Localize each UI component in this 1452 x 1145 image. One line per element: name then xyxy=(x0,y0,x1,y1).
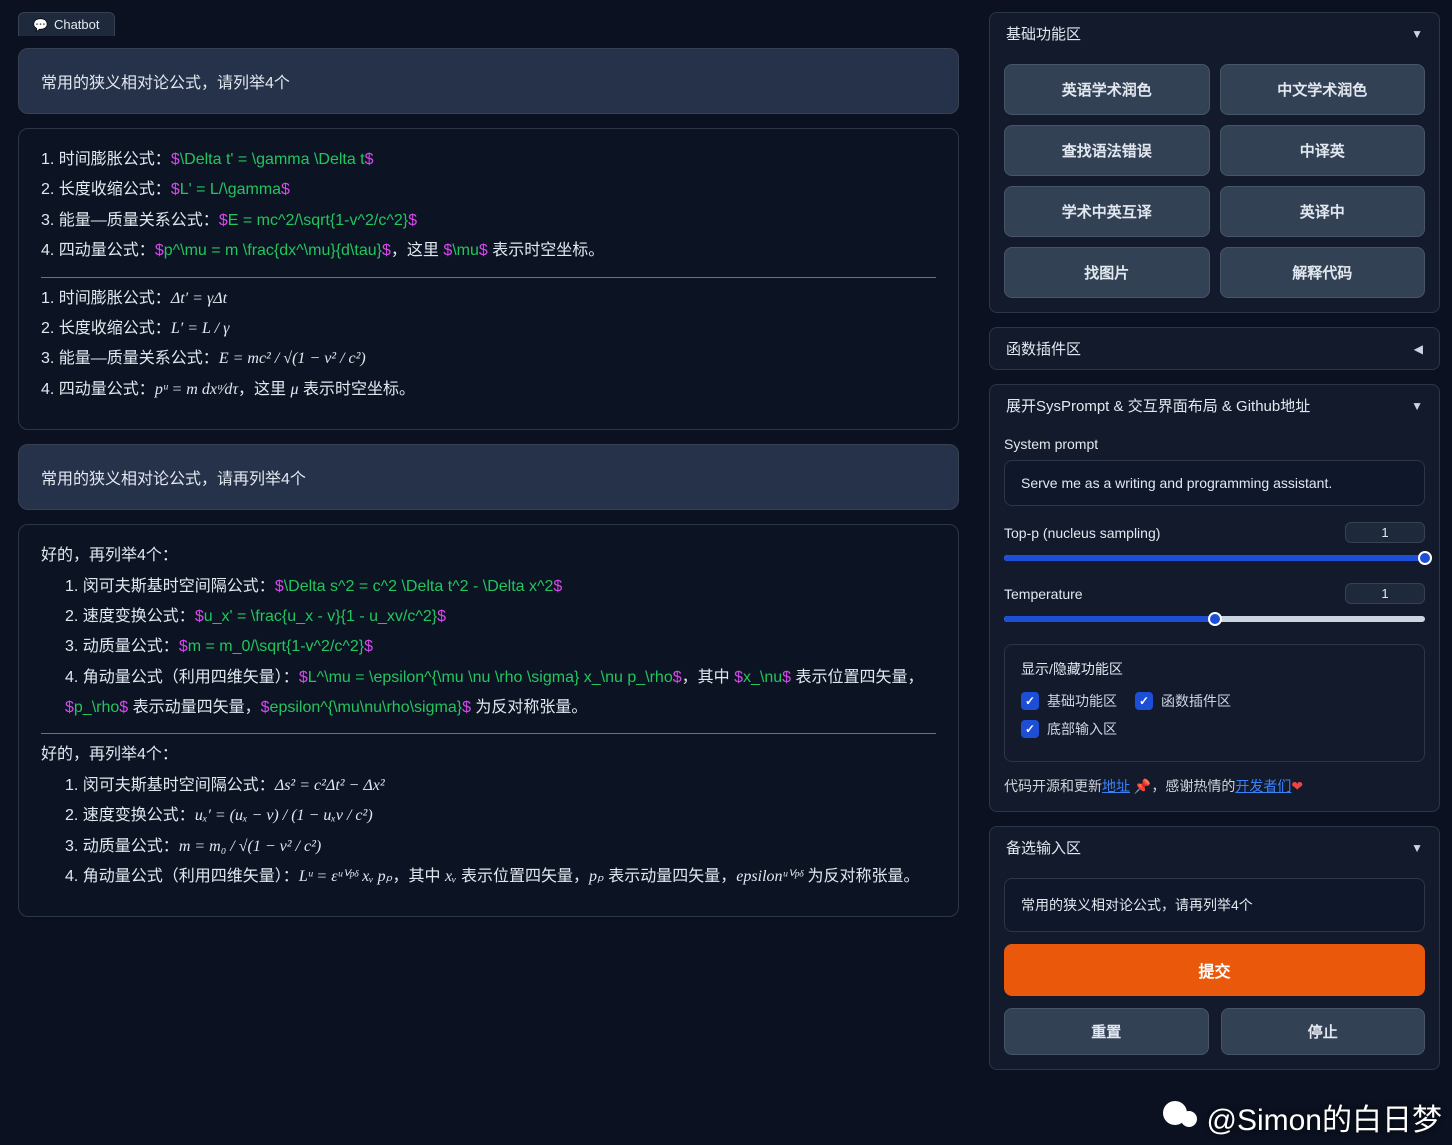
bot-rendered-section: 1. 闵可夫斯基时空间隔公式：Δs² = c²Δt² − Δx² 2. 速度变换… xyxy=(41,771,936,899)
chat-column: 💬 Chatbot 常用的狭义相对论公式，请列举4个 1. 时间膨胀公式：$\D… xyxy=(0,0,977,1145)
checkbox-label: 基础功能区 xyxy=(1047,691,1117,711)
credits-text: 代码开源和更新地址 📌，感谢热情的开发者们❤ xyxy=(1004,776,1425,797)
fn-btn-academic-translate[interactable]: 学术中英互译 xyxy=(1004,186,1210,237)
checkbox-icon: ✓ xyxy=(1021,692,1039,710)
chevron-left-icon: ◀ xyxy=(1414,342,1423,356)
system-prompt-input[interactable]: Serve me as a writing and programming as… xyxy=(1004,460,1425,506)
slider-value-input[interactable]: 1 xyxy=(1345,583,1425,604)
panel-head-plugins[interactable]: 函数插件区 ◀ xyxy=(990,328,1439,369)
panel-title: 函数插件区 xyxy=(1006,338,1081,359)
list-item: 2. 速度变换公式：uₓ′ = (uₓ − v) / (1 − uₓv / c²… xyxy=(41,801,936,831)
panel-expand-settings: 展开SysPrompt & 交互界面布局 & Github地址 ▼ System… xyxy=(989,384,1440,812)
list-item: 3. 能量—质量关系公式：E = mc² / √(1 − v² / c²) xyxy=(41,344,936,374)
sidebar-column: 基础功能区 ▼ 英语学术润色 中文学术润色 查找语法错误 中译英 学术中英互译 … xyxy=(977,0,1452,1145)
tab-row: 💬 Chatbot xyxy=(18,12,959,36)
checkbox-item-basic[interactable]: ✓ 基础功能区 xyxy=(1021,691,1117,711)
slider-thumb[interactable] xyxy=(1208,612,1222,626)
panel-plugins: 函数插件区 ◀ xyxy=(989,327,1440,370)
bot-message: 好的，再列举4个： 1. 闵可夫斯基时空间隔公式：$\Delta s^2 = c… xyxy=(18,524,959,917)
github-link[interactable]: 地址 xyxy=(1102,778,1130,794)
slider-top-p: Top-p (nucleus sampling) 1 xyxy=(1004,522,1425,565)
fn-btn-explain-code[interactable]: 解释代码 xyxy=(1220,247,1426,298)
panel-head-basic[interactable]: 基础功能区 ▼ xyxy=(990,13,1439,54)
checkbox-label: 底部输入区 xyxy=(1047,719,1117,739)
user-message-text: 常用的狭义相对论公式，请列举4个 xyxy=(41,75,290,92)
user-message-text: 常用的狭义相对论公式，请再列举4个 xyxy=(41,471,306,488)
panel-alt-input: 备选输入区 ▼ 常用的狭义相对论公式，请再列举4个 提交 重置 停止 xyxy=(989,826,1440,1070)
fn-btn-en-to-zh[interactable]: 英译中 xyxy=(1220,186,1426,237)
basic-button-grid: 英语学术润色 中文学术润色 查找语法错误 中译英 学术中英互译 英译中 找图片 … xyxy=(1004,64,1425,298)
list-item: 2. 长度收缩公式：$L' = L/\gamma$ xyxy=(41,175,936,205)
list-item: 4. 四动量公式：$p^\mu = m \frac{dx^\mu}{d\tau}… xyxy=(41,236,936,266)
checkbox-icon: ✓ xyxy=(1021,720,1039,738)
stop-button[interactable]: 停止 xyxy=(1221,1008,1426,1055)
divider xyxy=(41,277,936,278)
list-item: 3. 动质量公式：m = m₀ / √(1 − v² / c²) xyxy=(41,832,936,862)
user-message: 常用的狭义相对论公式，请再列举4个 xyxy=(18,444,959,510)
heart-icon: ❤ xyxy=(1291,778,1303,794)
devs-link[interactable]: 开发者们 xyxy=(1235,778,1291,794)
slider-value-input[interactable]: 1 xyxy=(1345,522,1425,543)
reset-button[interactable]: 重置 xyxy=(1004,1008,1209,1055)
list-item: 1. 时间膨胀公式：Δt′ = γΔt xyxy=(41,284,936,314)
slider-track-topp[interactable] xyxy=(1004,551,1425,565)
show-hide-title: 显示/隐藏功能区 xyxy=(1021,659,1408,679)
pin-icon: 📌 xyxy=(1134,778,1151,794)
panel-title: 展开SysPrompt & 交互界面布局 & Github地址 xyxy=(1006,395,1310,416)
slider-label: Temperature xyxy=(1004,586,1083,602)
list-item: 1. 闵可夫斯基时空间隔公式：$\Delta s^2 = c^2 \Delta … xyxy=(41,572,936,602)
list-item: 2. 速度变换公式：$u_x' = \frac{u_x - v}{1 - u_x… xyxy=(41,602,936,632)
chevron-down-icon: ▼ xyxy=(1411,399,1423,413)
list-item: 1. 闵可夫斯基时空间隔公式：Δs² = c²Δt² − Δx² xyxy=(41,771,936,801)
checkbox-icon: ✓ xyxy=(1135,692,1153,710)
panel-head-alt-input[interactable]: 备选输入区 ▼ xyxy=(990,827,1439,868)
fn-btn-zh-polish[interactable]: 中文学术润色 xyxy=(1220,64,1426,115)
bot-rendered-section: 1. 时间膨胀公式：Δt′ = γΔt 2. 长度收缩公式：L′ = L / γ… xyxy=(41,284,936,412)
fn-btn-zh-to-en[interactable]: 中译英 xyxy=(1220,125,1426,176)
list-item: 3. 动质量公式：$m = m_0/\sqrt{1-v^2/c^2}$ xyxy=(41,632,936,662)
panel-basic-functions: 基础功能区 ▼ 英语学术润色 中文学术润色 查找语法错误 中译英 学术中英互译 … xyxy=(989,12,1440,313)
panel-head-expand[interactable]: 展开SysPrompt & 交互界面布局 & Github地址 ▼ xyxy=(990,385,1439,426)
chat-scroll[interactable]: 常用的狭义相对论公式，请列举4个 1. 时间膨胀公式：$\Delta t' = … xyxy=(18,48,959,917)
submit-button[interactable]: 提交 xyxy=(1004,944,1425,996)
chevron-down-icon: ▼ xyxy=(1411,27,1423,41)
slider-temperature: Temperature 1 xyxy=(1004,583,1425,626)
system-prompt-label: System prompt xyxy=(1004,436,1425,452)
divider xyxy=(41,733,936,734)
tab-chatbot[interactable]: 💬 Chatbot xyxy=(18,12,115,36)
tab-label: Chatbot xyxy=(54,17,100,32)
show-hide-section: 显示/隐藏功能区 ✓ 基础功能区 ✓ 函数插件区 ✓ 底部输入区 xyxy=(1004,644,1425,762)
bot-intro: 好的，再列举4个： xyxy=(41,541,936,571)
bot-intro: 好的，再列举4个： xyxy=(41,740,936,770)
fn-btn-grammar[interactable]: 查找语法错误 xyxy=(1004,125,1210,176)
list-item: 1. 时间膨胀公式：$\Delta t' = \gamma \Delta t$ xyxy=(41,145,936,175)
slider-thumb[interactable] xyxy=(1418,551,1432,565)
list-item: 4. 角动量公式（利用四维矢量）：Lᵘ = εᵘⱽᵖᵟ xᵥ pₚ，其中 xᵥ … xyxy=(41,862,936,892)
bot-raw-section: 1. 闵可夫斯基时空间隔公式：$\Delta s^2 = c^2 \Delta … xyxy=(41,572,936,730)
slider-label: Top-p (nucleus sampling) xyxy=(1004,525,1160,541)
chevron-down-icon: ▼ xyxy=(1411,841,1423,855)
bot-message: 1. 时间膨胀公式：$\Delta t' = \gamma \Delta t$ … xyxy=(18,128,959,430)
fn-btn-find-image[interactable]: 找图片 xyxy=(1004,247,1210,298)
checkbox-label: 函数插件区 xyxy=(1161,691,1231,711)
list-item: 4. 角动量公式（利用四维矢量）：$L^\mu = \epsilon^{\mu … xyxy=(41,663,936,724)
fn-btn-en-polish[interactable]: 英语学术润色 xyxy=(1004,64,1210,115)
list-item: 3. 能量—质量关系公式：$E = mc^2/\sqrt{1-v^2/c^2}$ xyxy=(41,206,936,236)
alt-input-textarea[interactable]: 常用的狭义相对论公式，请再列举4个 xyxy=(1004,878,1425,932)
bot-raw-section: 1. 时间膨胀公式：$\Delta t' = \gamma \Delta t$ … xyxy=(41,145,936,273)
chat-icon: 💬 xyxy=(33,18,48,32)
checkbox-item-bottom-input[interactable]: ✓ 底部输入区 xyxy=(1021,719,1117,739)
list-item: 4. 四动量公式：pᵘ = m dxᵘ⁄dτ，这里 μ 表示时空坐标。 xyxy=(41,375,936,405)
panel-title: 基础功能区 xyxy=(1006,23,1081,44)
slider-track-temp[interactable] xyxy=(1004,612,1425,626)
checkbox-item-plugins[interactable]: ✓ 函数插件区 xyxy=(1135,691,1231,711)
list-item: 2. 长度收缩公式：L′ = L / γ xyxy=(41,314,936,344)
panel-title: 备选输入区 xyxy=(1006,837,1081,858)
user-message: 常用的狭义相对论公式，请列举4个 xyxy=(18,48,959,114)
